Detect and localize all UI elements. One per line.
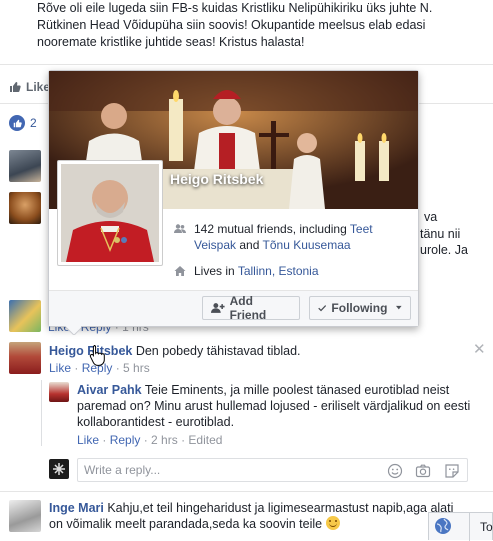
comment-like-link[interactable]: Like (77, 433, 99, 447)
mutual-friends-row: 142 mutual friends, including Teet Veisp… (174, 221, 409, 253)
hand-cursor-icon (89, 345, 105, 366)
comment-body: Heigo Ritsbek Den pobedy tähistavad tibl… (49, 343, 469, 359)
hovercard-info: 142 mutual friends, including Teet Veisp… (174, 221, 409, 279)
hovercard-footer: Add Friend Following (49, 290, 418, 326)
comment-text: Den pobedy tähistavad tiblad. (132, 344, 301, 358)
like-label: Like (26, 80, 51, 94)
comment-like-link[interactable]: Like (49, 361, 71, 375)
partial-comment-text: urole. Ja (420, 243, 468, 257)
comment-body: Aivar Pahk Teie Eminents, ja mille poole… (77, 382, 472, 430)
home-icon (174, 266, 186, 276)
comments-divider (0, 491, 493, 492)
checkmark-icon (318, 305, 327, 312)
lives-in-row: Lives in Tallinn, Estonia (174, 263, 409, 279)
like-count-value: 2 (30, 116, 37, 130)
like-reaction-icon (9, 115, 25, 131)
sticker-icon[interactable] (444, 463, 460, 479)
add-friend-button[interactable]: Add Friend (202, 294, 300, 322)
current-user-avatar (49, 459, 69, 479)
chevron-down-icon (396, 305, 402, 310)
post-divider (0, 64, 493, 65)
chat-divider (469, 513, 470, 541)
profile-hovercard: Heigo Ritsbek 142 mutual friends, includ… (48, 70, 419, 327)
inge-mari-avatar[interactable] (9, 500, 41, 532)
reply-input[interactable]: Write a reply... (77, 458, 468, 482)
add-friend-icon (211, 303, 225, 313)
commenter-name[interactable]: Aivar Pahk (77, 383, 142, 397)
edited-label: Edited (188, 433, 223, 447)
comment-reply-link[interactable]: Reply (110, 433, 141, 447)
following-label: Following (331, 301, 388, 315)
aivar-pahk-avatar[interactable] (49, 382, 69, 402)
hovercard-name[interactable]: Heigo Ritsbek (170, 171, 263, 187)
commenter-avatar[interactable] (9, 192, 41, 224)
reply-placeholder: Write a reply... (84, 463, 161, 477)
following-button[interactable]: Following (309, 296, 411, 320)
mutual-friends-text: 142 mutual friends, including Teet Veisp… (194, 222, 373, 252)
commenter-name[interactable]: Inge Mari (49, 501, 104, 515)
smiley-emoji-icon (325, 516, 340, 530)
mutual-friend-link[interactable]: Tõnu Kuusemaa (263, 238, 351, 252)
commenter-avatar[interactable] (9, 150, 41, 182)
chat-bar[interactable]: To (428, 512, 493, 541)
heigo-ritsbek-avatar[interactable] (9, 342, 41, 374)
profile-photo-image (61, 164, 159, 262)
comment-time: 5 hrs (123, 361, 150, 375)
like-button[interactable]: Like (9, 80, 50, 94)
friends-icon (174, 224, 186, 233)
lives-in-text: Lives in Tallinn, Estonia (194, 264, 319, 278)
globe-icon[interactable] (434, 517, 452, 535)
hovercard-caret (65, 326, 81, 335)
post-text: Rõve oli eile lugeda siin FB-s kuidas Kr… (37, 1, 433, 49)
comment-text: Kahju,et teil hingeharidust ja ligimesea… (49, 501, 454, 531)
like-count[interactable]: 2 (9, 115, 37, 131)
emoji-icon[interactable] (387, 463, 403, 479)
commenter-avatar[interactable] (9, 300, 41, 332)
chat-label[interactable]: To (480, 520, 493, 534)
comment-time: 2 hrs (151, 433, 178, 447)
partial-comment-text: va (424, 210, 438, 224)
location-link[interactable]: Tallinn, Estonia (238, 264, 319, 278)
thumb-up-icon (10, 82, 21, 92)
partial-comment-text: tänu nii (420, 227, 461, 241)
comment-body: Inge Mari Kahju,et teil hingeharidust ja… (49, 500, 469, 532)
hovercard-profile-photo[interactable] (57, 160, 163, 266)
add-friend-label: Add Friend (229, 294, 267, 322)
comment-meta: Like · Reply · 2 hrs · Edited (77, 433, 223, 447)
reply-thread-line (41, 380, 42, 446)
close-icon[interactable]: ✕ (473, 340, 486, 358)
camera-icon[interactable] (415, 463, 431, 479)
